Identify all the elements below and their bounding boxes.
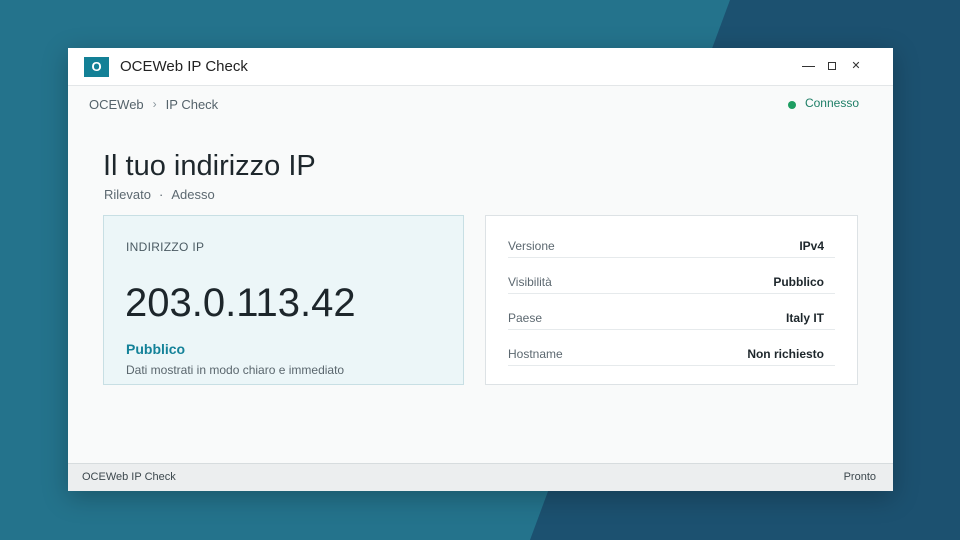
- detail-key: Paese: [508, 311, 543, 325]
- detail-row-hostname: Hostname Non richiesto: [508, 330, 835, 366]
- status-bar: OCEWeb IP Check Pronto: [68, 463, 893, 491]
- detected-when: Adesso: [171, 187, 215, 202]
- detail-key: Versione: [508, 239, 555, 253]
- window-title: OCEWeb IP Check: [120, 58, 248, 75]
- connection-status: Connesso: [787, 96, 859, 110]
- detail-row-country: Paese Italy IT: [508, 294, 835, 330]
- detail-value: Italy IT: [785, 311, 824, 325]
- window-controls: ✕: [801, 60, 863, 72]
- ip-type: Pubblico: [126, 341, 186, 357]
- page-title: Il tuo indirizzo IP: [103, 150, 316, 182]
- details-card: Versione IPv4 Visibilità Pubblico Paese …: [485, 215, 858, 385]
- status-bar-state: Pronto: [843, 471, 876, 483]
- detail-value: Non richiesto: [747, 347, 824, 361]
- status-bar-app-name: OCEWeb IP Check: [82, 471, 176, 483]
- detail-value: Pubblico: [773, 275, 824, 289]
- ip-address-card: INDIRIZZO IP 203.0.113.42 Pubblico Dati …: [103, 215, 464, 385]
- detail-row-visibility: Visibilità Pubblico: [508, 258, 835, 294]
- detected-label: Rilevato: [104, 187, 151, 202]
- detail-key: Visibilità: [508, 275, 552, 289]
- ip-card-label: INDIRIZZO IP: [126, 240, 205, 254]
- breadcrumb: OCEWeb › IP Check: [89, 97, 218, 112]
- maximize-icon[interactable]: [825, 60, 839, 72]
- app-logo-icon: O: [84, 56, 109, 77]
- close-icon[interactable]: ✕: [849, 60, 863, 72]
- status-dot-icon: [787, 101, 796, 109]
- breadcrumb-bar: OCEWeb › IP Check Connesso: [68, 86, 893, 122]
- detail-key: Hostname: [508, 347, 563, 361]
- title-bar: O OCEWeb IP Check ✕: [68, 48, 893, 86]
- page-subtitle: Rilevato · Adesso: [104, 187, 215, 202]
- detail-row-version: Versione IPv4: [508, 222, 835, 258]
- ip-card-note: Dati mostrati in modo chiaro e immediato: [126, 363, 345, 377]
- breadcrumb-separator: ›: [152, 97, 157, 111]
- subtitle-separator: ·: [158, 187, 164, 202]
- detail-value: IPv4: [799, 239, 824, 253]
- breadcrumb-item-ip-check: IP Check: [165, 96, 219, 112]
- app-logo-letter: O: [91, 59, 102, 74]
- app-window: O OCEWeb IP Check ✕ OCEWeb › IP Check Co…: [68, 48, 893, 491]
- breadcrumb-item-oceweb[interactable]: OCEWeb: [89, 97, 144, 112]
- minimize-icon[interactable]: [801, 60, 815, 72]
- ip-address-value: 203.0.113.42: [125, 281, 356, 325]
- connection-status-label: Connesso: [804, 96, 859, 110]
